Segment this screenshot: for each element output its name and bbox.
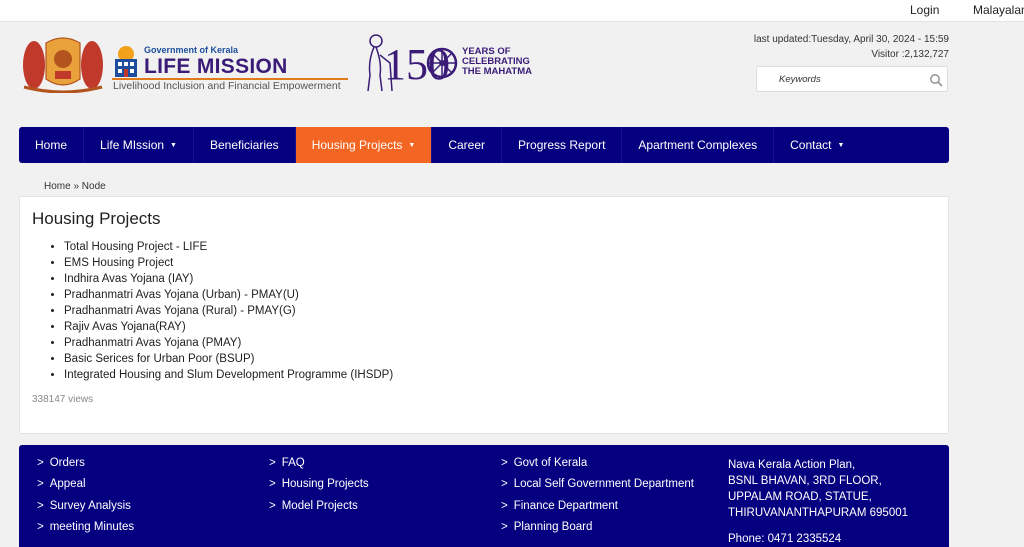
footer-link-survey-analysis[interactable]: > Survey Analysis — [37, 500, 134, 521]
search-icon[interactable] — [929, 73, 943, 87]
last-updated: last updated:Tuesday, April 30, 2024 - 1… — [753, 34, 949, 45]
nav-housing-projects[interactable]: Housing Projects ▼ — [295, 127, 433, 163]
list-item: Basic Serices for Urban Poor (BSUP) — [64, 351, 393, 367]
breadcrumb[interactable]: Home » Node — [44, 181, 106, 192]
nav-progress-report[interactable]: Progress Report — [502, 127, 623, 163]
nav-beneficiaries[interactable]: Beneficiaries — [194, 127, 296, 163]
list-item: Pradhanmatri Avas Yojana (PMAY) — [64, 335, 393, 351]
language-link[interactable]: Malayalam — [973, 3, 1024, 17]
site-header: Government of Kerala LIFE MISSION Liveli… — [0, 23, 1024, 127]
view-count: 338147 views — [32, 394, 94, 405]
nav-contact[interactable]: Contact ▼ — [774, 127, 860, 163]
site-tagline: Livelihood Inclusion and Financial Empow… — [113, 80, 341, 92]
list-item: Pradhanmatri Avas Yojana (Urban) - PMAY(… — [64, 287, 393, 303]
life-mission-building-icon — [115, 46, 137, 77]
footer-link-orders[interactable]: > Orders — [37, 457, 134, 478]
footer-link-planning-board[interactable]: > Planning Board — [501, 521, 694, 542]
kerala-emblem-logo[interactable] — [22, 35, 104, 93]
nav-apartment-complexes[interactable]: Apartment Complexes — [622, 127, 775, 163]
main-nav: Home Life MIssion ▼ Beneficiaries Housing… — [19, 127, 949, 163]
footer-col-3: > Govt of Kerala > Local Self Government D… — [501, 457, 694, 542]
list-item: Total Housing Project - LIFE — [64, 239, 393, 255]
footer-link-finance-department[interactable]: > Finance Department — [501, 500, 694, 521]
footer-link-faq[interactable]: > FAQ — [269, 457, 369, 478]
chevron-down-icon: ▼ — [170, 141, 177, 149]
list-item: Indhira Avas Yojana (IAY) — [64, 271, 393, 287]
footer-link-model-projects[interactable]: > Model Projects — [269, 500, 369, 521]
footer-link-meeting-minutes[interactable]: > meeting Minutes — [37, 521, 134, 542]
top-bar: Login Malayalam — [0, 0, 1024, 22]
list-item: Rajiv Avas Yojana(RAY) — [64, 319, 393, 335]
list-item: Integrated Housing and Slum Development … — [64, 367, 393, 383]
site-title[interactable]: LIFE MISSION — [144, 55, 288, 79]
celebration-text: YEARS OF CELEBRATING THE MAHATMA — [462, 46, 533, 77]
housing-project-list: Total Housing Project - LIFE EMS Housing… — [64, 239, 393, 383]
footer-link-lsgd[interactable]: > Local Self Government Department — [501, 478, 694, 499]
content-panel: Housing Projects Total Housing Project -… — [19, 196, 949, 434]
footer-address: Nava Kerala Action Plan, BSNL BHAVAN, 3R… — [728, 459, 909, 545]
nav-home[interactable]: Home — [19, 127, 85, 163]
search-box — [756, 66, 948, 92]
footer-col-2: > FAQ > Housing Projects > Model Projects — [269, 457, 369, 521]
footer-col-1: > Orders > Appeal > Survey Analysis > meetin… — [37, 457, 134, 542]
footer-link-govt-of-kerala[interactable]: > Govt of Kerala — [501, 457, 694, 478]
footer-link-appeal[interactable]: > Appeal — [37, 478, 134, 499]
nav-life-mission[interactable]: Life MIssion ▼ — [84, 127, 194, 163]
list-item: EMS Housing Project — [64, 255, 393, 271]
page-title: Housing Projects — [32, 209, 161, 228]
gandhi-150-badge: 150 — [384, 40, 458, 87]
footer-phone: Phone: 0471 2335524 — [728, 533, 842, 545]
visitor-count: Visitor :2,132,727 — [871, 49, 949, 60]
site-footer: > Orders > Appeal > Survey Analysis > meetin… — [19, 445, 949, 547]
login-link[interactable]: Login — [910, 3, 939, 17]
search-input[interactable] — [779, 71, 919, 87]
chevron-down-icon: ▼ — [837, 141, 845, 149]
chevron-down-icon: ▼ — [408, 141, 416, 149]
nav-career[interactable]: Career — [432, 127, 503, 163]
gov-label: Government of Kerala — [144, 45, 239, 55]
footer-link-housing-projects[interactable]: > Housing Projects — [269, 478, 369, 499]
list-item: Pradhanmatri Avas Yojana (Rural) - PMAY(… — [64, 303, 393, 319]
